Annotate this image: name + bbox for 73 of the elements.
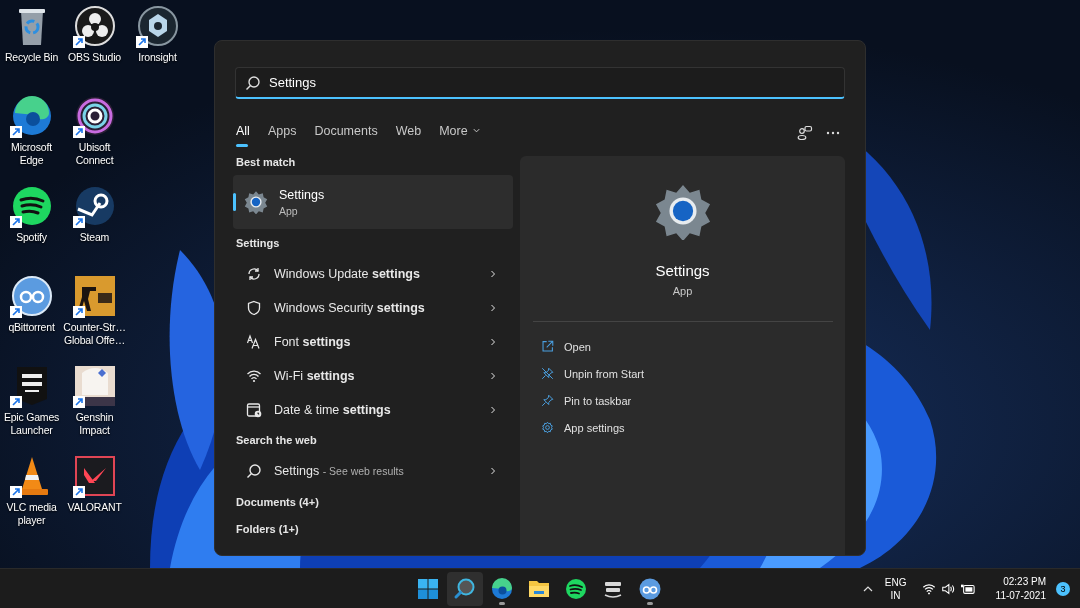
- desktop-icon-label[interactable]: Ubisoft Connect: [63, 141, 126, 167]
- search-field[interactable]: Settings: [235, 67, 845, 99]
- section-heading[interactable]: Documents (4+): [233, 496, 513, 509]
- result-type: App: [279, 204, 299, 217]
- start-icon: [416, 577, 440, 601]
- result-title: Settings: [279, 187, 325, 202]
- music-app-icon: [564, 577, 588, 601]
- section-heading: Search the web: [235, 434, 318, 447]
- filter-tab[interactable]: Web: [388, 119, 429, 147]
- gear-icon: [653, 182, 712, 240]
- desktop-icon-label[interactable]: OBS Studio: [68, 51, 121, 64]
- game-store-icon: [73, 185, 116, 227]
- input-language-button[interactable]: ENG IN: [881, 575, 910, 602]
- taskbar-button[interactable]: [447, 572, 483, 606]
- desktop-icon-label[interactable]: Spotify: [16, 231, 47, 244]
- chevron-down-icon: [471, 126, 481, 135]
- action-item[interactable]: Pin to taskbar: [541, 387, 845, 414]
- font-icon: [246, 334, 262, 350]
- clock-button[interactable]: 02:23 PM 11-07-2021: [987, 574, 1046, 603]
- notification-badge[interactable]: 3: [1056, 581, 1070, 596]
- desktop-icon-label[interactable]: Microsoft Edge: [0, 141, 63, 167]
- wifi-icon: [921, 581, 936, 596]
- wifi-icon: [246, 368, 262, 384]
- settings-result[interactable]: Date & time settings: [233, 393, 513, 427]
- gear-icon: [244, 190, 268, 214]
- desktop-icon-label[interactable]: Genshin Impact: [63, 411, 126, 437]
- action-item[interactable]: App settings: [541, 414, 845, 441]
- desktop-icon-label[interactable]: VALORANT: [67, 501, 122, 514]
- music-app-icon: [10, 185, 53, 227]
- filter-tab[interactable]: More: [432, 119, 488, 147]
- settings-result[interactable]: Windows Update settings: [233, 257, 513, 291]
- section-heading: Best match: [235, 156, 297, 169]
- filter-tab[interactable]: Apps: [260, 119, 304, 147]
- settings-result[interactable]: Wi-Fi settings: [233, 359, 513, 393]
- settings-result[interactable]: Windows Security settings: [233, 291, 513, 325]
- torrent-app-icon: [10, 275, 53, 317]
- open-external-icon: [541, 340, 554, 353]
- pin-icon: [541, 394, 554, 407]
- desktop-icon-label[interactable]: Counter-Str… Global Offe…: [63, 321, 126, 347]
- action-item[interactable]: Open: [541, 333, 845, 360]
- people-icon: [797, 125, 813, 141]
- browser-icon: [10, 95, 53, 137]
- filter-tab[interactable]: Documents: [307, 119, 385, 147]
- search-icon: [246, 463, 262, 479]
- app-title: Settings: [655, 262, 710, 279]
- game-emblem-icon: [136, 5, 179, 47]
- desktop-icon-label[interactable]: Recycle Bin: [4, 51, 59, 64]
- action-item[interactable]: Unpin from Start: [541, 360, 845, 387]
- gear-icon: [541, 421, 554, 434]
- game-tile-icon: [73, 455, 116, 497]
- section-heading: Settings: [235, 237, 281, 250]
- shield-icon: [246, 300, 262, 316]
- search-icon: [453, 577, 477, 601]
- desktop-icon-label[interactable]: Epic Games Launcher: [0, 411, 63, 437]
- best-match-result[interactable]: Settings App: [233, 175, 513, 229]
- volume-icon: [940, 581, 955, 596]
- refresh-icon: [246, 266, 262, 282]
- recording-app-icon: [73, 5, 116, 47]
- browser-icon: [490, 577, 514, 601]
- desktop-icon-label[interactable]: qBittorrent: [8, 321, 55, 334]
- unpin-icon: [541, 367, 554, 380]
- search-icon: [245, 75, 261, 91]
- desktop-icon-label[interactable]: Ironsight: [138, 51, 177, 64]
- desktop-icon-label[interactable]: VLC media player: [0, 501, 63, 527]
- swirl-icon: [73, 95, 116, 137]
- calendar-clock-icon: [246, 402, 262, 418]
- web-result[interactable]: Settings - See web results: [233, 454, 513, 488]
- app-type: App: [672, 285, 693, 297]
- torrent-app-icon: [638, 577, 662, 601]
- filter-tab[interactable]: All: [233, 119, 257, 147]
- desktop-icon-label[interactable]: Steam: [79, 231, 110, 244]
- section-heading[interactable]: Folders (1+): [233, 523, 513, 536]
- settings-result[interactable]: Font settings: [233, 325, 513, 359]
